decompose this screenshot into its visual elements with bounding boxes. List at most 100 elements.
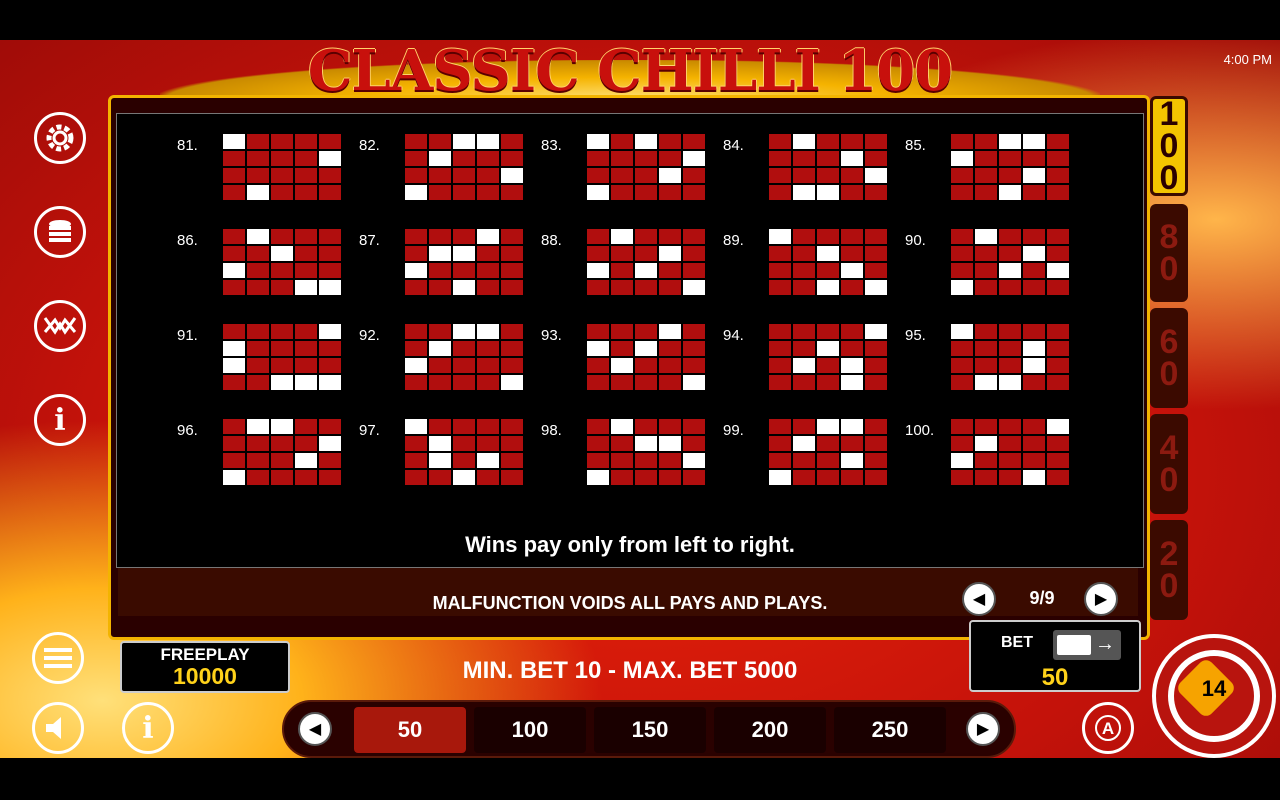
payline-cell-active	[999, 185, 1021, 200]
payline-cell	[1023, 229, 1045, 244]
payline-cell	[271, 168, 293, 183]
payline-cell	[817, 151, 839, 166]
payline-pattern	[951, 419, 1069, 485]
payline-cell-active	[453, 134, 475, 149]
payline-number: 85.	[905, 137, 926, 154]
stake-button[interactable]	[34, 206, 86, 258]
payline-cell	[453, 263, 475, 278]
payline-cell-active	[295, 453, 317, 468]
payline-cell-active	[223, 470, 245, 485]
payline-cell-active	[247, 185, 269, 200]
payline-cell	[769, 453, 791, 468]
payline-cell-active	[659, 246, 681, 261]
payline-cell	[635, 229, 657, 244]
autoplay-button[interactable]: A	[1082, 702, 1134, 754]
payline-cell	[429, 375, 451, 390]
bet-prev-button[interactable]: ◀	[298, 712, 332, 746]
payline-cell	[951, 436, 973, 451]
payline-cell	[405, 453, 427, 468]
payline-pattern	[587, 134, 705, 200]
payline-cell	[587, 419, 609, 434]
payline-cell	[793, 470, 815, 485]
info-button-top[interactable]: i	[34, 394, 86, 446]
line-count-digit: 0	[1159, 250, 1179, 288]
payline-cell	[223, 324, 245, 339]
bet-option-200[interactable]: 200	[714, 707, 826, 753]
payline-cell	[817, 168, 839, 183]
payline-cell	[683, 229, 705, 244]
payline-cell	[793, 280, 815, 295]
payline-cell	[587, 436, 609, 451]
bet-option-50[interactable]: 50	[354, 707, 466, 753]
line-count-100-button[interactable]: 100	[1150, 96, 1188, 196]
line-count-60-button[interactable]: 60	[1150, 308, 1188, 408]
next-page-button[interactable]: ▶	[1084, 582, 1118, 616]
payline-cell	[1047, 375, 1069, 390]
prev-page-button[interactable]: ◀	[962, 582, 996, 616]
payline-pattern	[951, 324, 1069, 390]
payline-pattern	[405, 419, 523, 485]
payline-cell-active	[477, 134, 499, 149]
payline-cell-active	[841, 263, 863, 278]
payline-cell	[501, 470, 523, 485]
payline-cell	[587, 324, 609, 339]
payline-cell	[319, 470, 341, 485]
payline-cell	[817, 358, 839, 373]
payline-cell	[683, 470, 705, 485]
bet-label: BET	[1001, 634, 1033, 651]
payline-cell	[501, 151, 523, 166]
payline-cell	[999, 151, 1021, 166]
payline-cell	[1047, 185, 1069, 200]
payline-cell	[635, 246, 657, 261]
payline-cell	[769, 263, 791, 278]
paylines-button[interactable]	[34, 300, 86, 352]
payline-cell	[841, 229, 863, 244]
line-count-20-button[interactable]: 20	[1150, 520, 1188, 620]
payline-number: 88.	[541, 232, 562, 249]
clock: 4:00 PM	[1223, 52, 1272, 67]
payline-pattern	[769, 229, 887, 295]
payline-cell-active	[769, 229, 791, 244]
payline-cell	[975, 168, 997, 183]
payline-cell	[865, 470, 887, 485]
menu-button[interactable]	[32, 632, 84, 684]
payline-cell	[501, 453, 523, 468]
sound-button[interactable]	[32, 702, 84, 754]
payline-cell	[295, 168, 317, 183]
payline-number: 95.	[905, 327, 926, 344]
payline-cell	[1047, 229, 1069, 244]
payline-cell	[477, 470, 499, 485]
payline-cell	[1023, 185, 1045, 200]
payline-cell	[951, 246, 973, 261]
line-count-40-button[interactable]: 40	[1150, 414, 1188, 514]
line-count-80-button[interactable]: 80	[1150, 204, 1188, 302]
payline-cell-active	[477, 324, 499, 339]
payline-cell	[501, 134, 523, 149]
payline-number: 93.	[541, 327, 562, 344]
bet-option-100[interactable]: 100	[474, 707, 586, 753]
payline-cell	[683, 263, 705, 278]
payline-cell	[635, 470, 657, 485]
payline-cell-active	[405, 358, 427, 373]
payline-cell	[817, 470, 839, 485]
payline-cell	[769, 151, 791, 166]
settings-button[interactable]	[34, 112, 86, 164]
payline-cell	[865, 419, 887, 434]
payline-cell-active	[975, 436, 997, 451]
payline-cell	[951, 375, 973, 390]
payline-cell	[477, 375, 499, 390]
bet-option-250[interactable]: 250	[834, 707, 946, 753]
payline-cell	[405, 324, 427, 339]
bet-toggle[interactable]: →	[1053, 630, 1121, 660]
payline-cell	[295, 134, 317, 149]
bet-option-150[interactable]: 150	[594, 707, 706, 753]
info-button-bottom[interactable]: i	[122, 702, 174, 754]
payline-cell	[247, 280, 269, 295]
payline-pattern	[951, 134, 1069, 200]
bet-next-button[interactable]: ▶	[966, 712, 1000, 746]
payline-cell-active	[683, 375, 705, 390]
spin-button[interactable]: 14	[1152, 634, 1276, 758]
payline-cell	[793, 341, 815, 356]
payline-number: 82.	[359, 137, 380, 154]
payline-cell	[223, 246, 245, 261]
